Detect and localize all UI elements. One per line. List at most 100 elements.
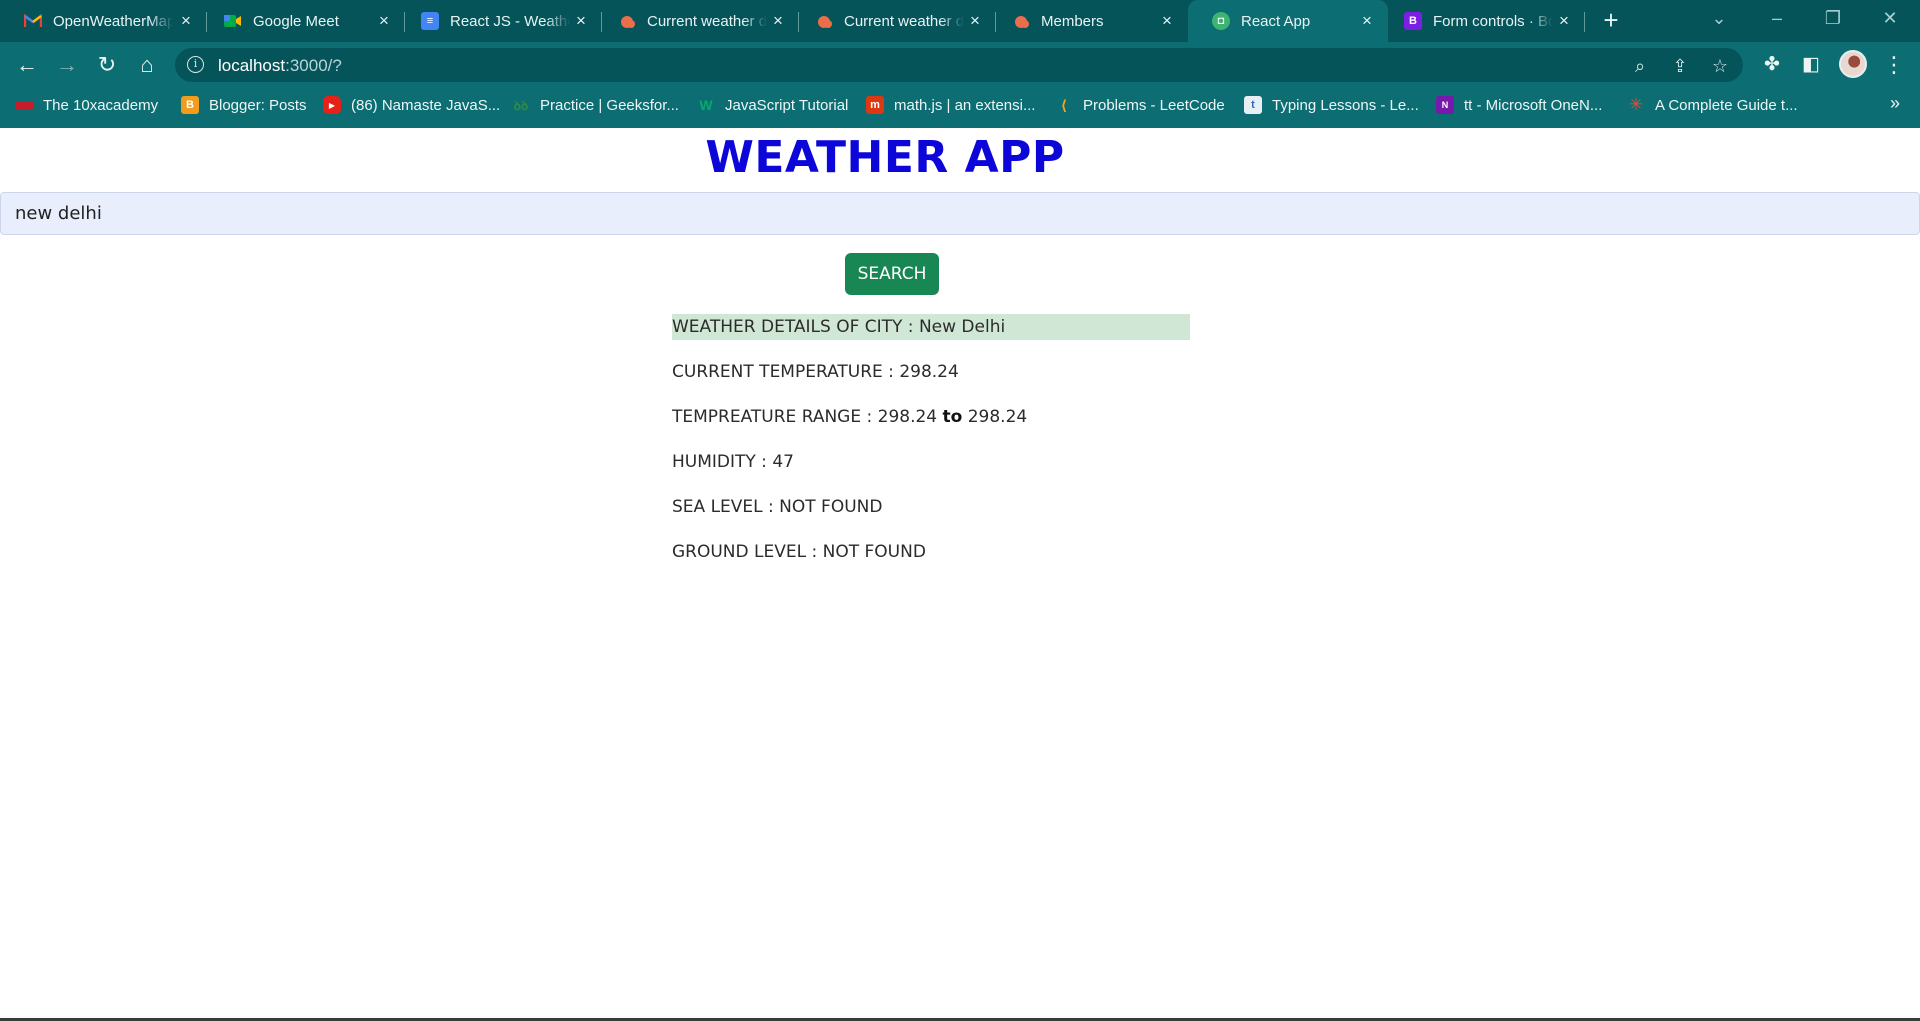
react-app-icon: ◘: [1212, 12, 1230, 30]
bookmark-label: math.js | an extensi...: [894, 96, 1036, 114]
ground-level-row: GROUND LEVEL : NOT FOUND: [672, 539, 1190, 584]
close-icon[interactable]: ×: [1555, 12, 1573, 30]
typing-icon: t: [1244, 96, 1262, 114]
tab-title: Members: [1041, 12, 1104, 30]
tab-react-app[interactable]: ◘ React App ×: [1188, 0, 1388, 42]
zoom-icon[interactable]: ⌕: [1628, 54, 1652, 78]
close-icon[interactable]: ×: [177, 12, 195, 30]
tab-title: Form controls · Bootstrap: [1433, 12, 1553, 30]
bookmark-blogger[interactable]: B Blogger: Posts: [181, 88, 307, 122]
close-window-icon[interactable]: ✕: [1877, 8, 1903, 29]
bookmark-leetcode[interactable]: ⟨ Problems - LeetCode: [1055, 88, 1225, 122]
close-icon[interactable]: ×: [572, 12, 590, 30]
tab-strip: OpenWeatherMap × Google Meet × ≡ React J…: [0, 0, 1920, 42]
bookmark-javascript-tutorial[interactable]: W JavaScript Tutorial: [697, 88, 848, 122]
profile-avatar[interactable]: [1839, 50, 1867, 78]
side-panel-icon[interactable]: ◧: [1797, 51, 1825, 79]
bookmark-complete-guide[interactable]: ✳ A Complete Guide t...: [1627, 88, 1798, 122]
share-icon[interactable]: ⇪: [1668, 54, 1692, 78]
bookmark-label: (86) Namaste JavaS...: [351, 96, 501, 114]
url-host: localhost: [218, 56, 286, 75]
city-search-input[interactable]: [0, 192, 1920, 235]
search-button[interactable]: SEARCH: [845, 253, 939, 295]
gmail-icon: [24, 12, 42, 30]
extensions-icon[interactable]: ✤: [1758, 51, 1786, 79]
bookmark-label: Practice | Geeksfor...: [540, 96, 679, 114]
bookmarks-bar: The 10xacademy B Blogger: Posts ▶ (86) N…: [0, 88, 1920, 128]
range-to: to: [942, 407, 963, 427]
page-content: WEATHER APP SEARCH WEATHER DETAILS OF CI…: [0, 128, 1920, 1021]
close-icon[interactable]: ×: [375, 12, 393, 30]
minimize-icon[interactable]: –: [1764, 8, 1790, 29]
geeksforgeeks-icon: ꝺꝺ: [513, 98, 529, 113]
bookmark-10xacademy[interactable]: The 10xacademy: [15, 88, 158, 122]
tab-react-js-weather[interactable]: ≡ React JS - Weather ×: [397, 0, 602, 42]
ground-level-value: NOT FOUND: [822, 542, 926, 562]
city-label: WEATHER DETAILS OF CITY :: [672, 317, 919, 337]
bookmark-label: Problems - LeetCode: [1083, 96, 1225, 114]
reload-icon[interactable]: ↻: [93, 51, 121, 79]
tab-search-icon[interactable]: ⌄: [1706, 8, 1732, 29]
bookmark-label: Blogger: Posts: [209, 96, 307, 114]
close-icon[interactable]: ×: [769, 12, 787, 30]
browser-toolbar: ← → ↻ ⌂ i localhost:3000/? ⌕ ⇪ ☆ ✤ ◧ ⋮: [0, 42, 1920, 88]
humidity-label: HUMIDITY :: [672, 452, 773, 472]
10x-icon: [15, 101, 33, 109]
tab-title: Google Meet: [253, 12, 339, 30]
leetcode-icon: ⟨: [1060, 96, 1068, 113]
back-icon[interactable]: ←: [13, 51, 41, 79]
address-bar[interactable]: i localhost:3000/? ⌕ ⇪ ☆: [175, 48, 1743, 82]
youtube-icon: ▶: [323, 96, 341, 114]
temperature-label: CURRENT TEMPERATURE :: [672, 362, 900, 382]
sea-level-row: SEA LEVEL : NOT FOUND: [672, 494, 1190, 539]
tab-current-weather-1[interactable]: Current weather data ×: [594, 0, 799, 42]
google-meet-icon: [224, 12, 242, 30]
temperature-range-row: TEMPREATURE RANGE : 298.24 to 298.24: [672, 404, 1190, 449]
bookmark-label: JavaScript Tutorial: [725, 96, 849, 114]
app-title: WEATHER APP: [705, 132, 1065, 183]
site-info-icon[interactable]: i: [187, 56, 204, 73]
onenote-icon: N: [1436, 96, 1454, 114]
close-icon[interactable]: ×: [1158, 12, 1176, 30]
bookmark-label: Typing Lessons - Le...: [1272, 96, 1419, 114]
bookmark-namaste-js[interactable]: ▶ (86) Namaste JavaS...: [323, 88, 500, 122]
bookmark-mathjs[interactable]: m math.js | an extensi...: [866, 88, 1035, 122]
tab-current-weather-2[interactable]: Current weather data ×: [791, 0, 996, 42]
tab-openweathermap[interactable]: OpenWeatherMap ×: [0, 0, 207, 42]
weather-details: WEATHER DETAILS OF CITY : New Delhi CURR…: [672, 314, 1190, 584]
blogger-icon: B: [181, 96, 199, 114]
tab-members[interactable]: Members ×: [988, 0, 1188, 42]
close-icon[interactable]: ×: [966, 12, 984, 30]
tab-form-controls[interactable]: B Form controls · Bootstrap ×: [1380, 0, 1585, 42]
new-tab-button[interactable]: +: [1597, 7, 1625, 35]
bookmark-geeksforgeeks[interactable]: ꝺꝺ Practice | Geeksfor...: [512, 88, 679, 122]
url-text[interactable]: localhost:3000/?: [218, 56, 342, 76]
sea-level-value: NOT FOUND: [779, 497, 883, 517]
tab-title: Current weather data: [647, 12, 767, 30]
restore-icon[interactable]: ❐: [1820, 8, 1846, 29]
tab-title: React JS - Weather: [450, 12, 570, 30]
tab-title: React App: [1241, 12, 1311, 30]
bookmark-typing-lessons[interactable]: t Typing Lessons - Le...: [1244, 88, 1419, 122]
temperature-row: CURRENT TEMPERATURE : 298.24: [672, 359, 1190, 404]
tab-title: Current weather data: [844, 12, 964, 30]
bookmark-onenote[interactable]: N tt - Microsoft OneN...: [1436, 88, 1602, 122]
home-icon[interactable]: ⌂: [133, 51, 161, 79]
asterisk-icon: ✳: [1628, 95, 1644, 114]
openweather-icon: [618, 12, 636, 30]
more-bookmarks-icon[interactable]: »: [1890, 93, 1900, 114]
google-docs-icon: ≡: [421, 12, 439, 30]
w3-icon: W: [699, 97, 713, 113]
ground-level-label: GROUND LEVEL :: [672, 542, 823, 562]
close-icon[interactable]: ×: [1358, 12, 1376, 30]
forward-icon[interactable]: →: [53, 51, 81, 79]
tab-google-meet[interactable]: Google Meet ×: [200, 0, 405, 42]
range-min: 298.24: [877, 407, 938, 427]
bookmark-star-icon[interactable]: ☆: [1708, 54, 1732, 78]
bookmark-label: A Complete Guide t...: [1655, 96, 1798, 114]
sea-level-label: SEA LEVEL :: [672, 497, 780, 517]
url-rest: :3000/?: [285, 56, 342, 75]
bootstrap-icon: B: [1404, 12, 1422, 30]
menu-icon[interactable]: ⋮: [1880, 51, 1908, 79]
city-value: New Delhi: [918, 317, 1006, 337]
